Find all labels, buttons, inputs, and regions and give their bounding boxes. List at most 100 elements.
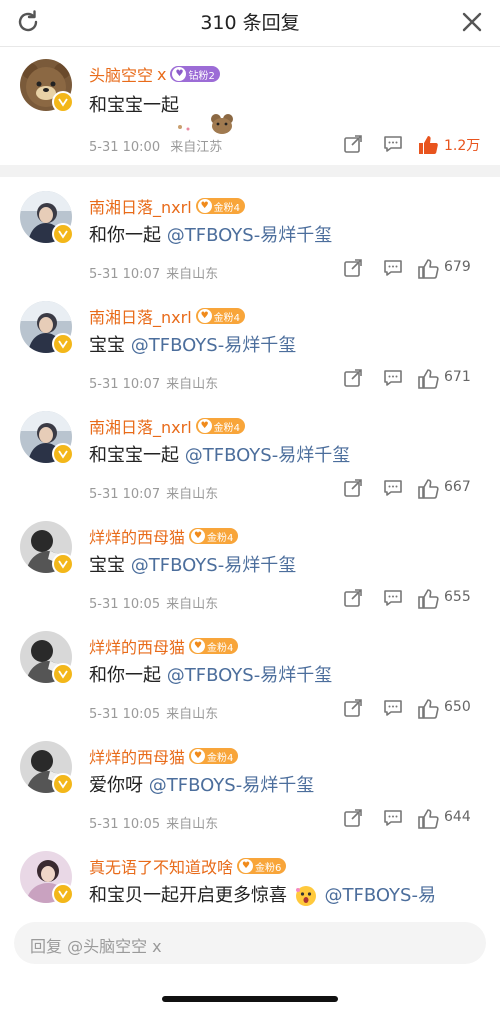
reply-item: 南湘日落_nxrl ♥ 金粉4 和宝宝一起 @TFBOYS-易烊千玺 5-31 1… xyxy=(0,397,500,507)
mention-link[interactable]: @TFBOYS-易烊千玺 xyxy=(167,225,332,246)
mention-link[interactable]: @TFBOYS-易烊千玺 xyxy=(131,335,296,356)
share-icon[interactable] xyxy=(342,477,364,499)
name-row: 烊烊的西母猫 ♥ 金粉4 xyxy=(89,524,239,548)
share-icon[interactable] xyxy=(342,257,364,279)
name-row: 南湘日落_nxrl ♥ 金粉4 xyxy=(89,304,246,328)
avatar[interactable] xyxy=(20,741,74,795)
fan-heart-icon: ♥ xyxy=(197,419,212,433)
share-icon[interactable] xyxy=(342,133,364,155)
name-row: 烊烊的西母猫 ♥ 金粉4 xyxy=(89,634,239,658)
comment-text: 和宝宝一起 xyxy=(89,91,179,117)
home-indicator xyxy=(162,996,338,1002)
username[interactable]: 烊烊的西母猫 xyxy=(89,634,185,658)
avatar[interactable] xyxy=(20,851,74,905)
fan-badge[interactable]: ♥ 金粉4 xyxy=(189,748,239,764)
reply-item: 南湘日落_nxrl ♥ 金粉4 宝宝 @TFBOYS-易烊千玺 5-31 10:0… xyxy=(0,287,500,397)
share-icon[interactable] xyxy=(342,587,364,609)
avatar[interactable] xyxy=(20,521,74,575)
comment-meta: 5-31 10:05 来自山东 xyxy=(89,813,218,832)
comment-body: 宝宝 xyxy=(89,335,131,356)
name-row: 头脑空空 x ♥ 钻粉2 xyxy=(89,63,220,85)
avatar[interactable] xyxy=(20,59,74,113)
fan-badge[interactable]: ♥ 金粉4 xyxy=(189,528,239,544)
comment-text: 和宝宝一起 @TFBOYS-易烊千玺 xyxy=(89,441,350,467)
bear-sticker-icon xyxy=(178,114,233,134)
like-icon[interactable] xyxy=(416,587,440,611)
username[interactable]: 头脑空空 xyxy=(89,62,153,86)
mention-link[interactable]: @TFBOYS-易烊千玺 xyxy=(149,775,314,796)
verified-badge-icon xyxy=(52,443,74,465)
like-icon-active[interactable] xyxy=(416,133,440,157)
comment-text: 和你一起 @TFBOYS-易烊千玺 xyxy=(89,661,332,687)
fan-heart-icon: ♥ xyxy=(197,199,212,213)
reply-input[interactable]: 回复 @头脑空空 x xyxy=(14,922,486,964)
mention-link[interactable]: @TFBOYS-易 xyxy=(324,885,435,906)
comment-icon[interactable] xyxy=(382,477,404,499)
like-icon[interactable] xyxy=(416,257,440,281)
comment-body: 和你一起 xyxy=(89,665,167,686)
close-icon[interactable] xyxy=(458,8,486,36)
fan-badge[interactable]: ♥ 金粉4 xyxy=(189,638,239,654)
fan-badge[interactable]: ♥ 金粉4 xyxy=(195,418,246,434)
comment-time: 5-31 10:05 xyxy=(89,817,161,832)
fan-heart-icon: ♥ xyxy=(197,309,212,323)
reply-item: 真无语了不知道改啥 ♥ 金粉6 和宝贝一起开启更多惊喜 @TFBOYS-易 xyxy=(0,837,500,915)
fan-badge[interactable]: ♥ 金粉4 xyxy=(195,198,246,214)
reply-item: 南湘日落_nxrl ♥ 金粉4 和你一起 @TFBOYS-易烊千玺 5-31 10… xyxy=(0,177,500,287)
header-bar: 310 条回复 xyxy=(0,0,500,47)
comment-body: 和宝宝一起 xyxy=(89,445,185,466)
username[interactable]: 南湘日落_nxrl xyxy=(89,194,192,218)
comment-location: 来自山东 xyxy=(166,267,219,282)
comment-body: 宝宝 xyxy=(89,555,131,576)
username[interactable]: 烊烊的西母猫 xyxy=(89,524,185,548)
comment-text: 爱你呀 @TFBOYS-易烊千玺 xyxy=(89,771,314,797)
verified-badge-icon xyxy=(52,663,74,685)
like-count: 671 xyxy=(444,369,471,385)
fan-badge[interactable]: ♥ 金粉6 xyxy=(237,858,287,874)
fan-badge-label: 金粉4 xyxy=(213,422,241,434)
verified-badge-icon xyxy=(52,773,74,795)
bear-sticker-icons xyxy=(172,109,242,139)
fan-badge[interactable]: ♥ 钻粉2 xyxy=(170,66,220,82)
like-icon[interactable] xyxy=(416,477,440,501)
mention-link[interactable]: @TFBOYS-易烊千玺 xyxy=(131,555,296,576)
avatar[interactable] xyxy=(20,301,74,355)
comment-icon[interactable] xyxy=(382,257,404,279)
comment-location: 来自山东 xyxy=(166,707,219,722)
comment-meta: 5-31 10:00 来自江苏 xyxy=(89,136,222,155)
fan-badge[interactable]: ♥ 金粉4 xyxy=(195,308,246,324)
comment-text: 和你一起 @TFBOYS-易烊千玺 xyxy=(89,221,332,247)
mention-link[interactable]: @TFBOYS-易烊千玺 xyxy=(167,665,332,686)
fan-badge-label: 金粉4 xyxy=(213,202,241,214)
username[interactable]: 南湘日落_nxrl xyxy=(89,414,192,438)
section-divider xyxy=(0,165,500,177)
comment-location: 来自山东 xyxy=(166,487,219,502)
username[interactable]: 烊烊的西母猫 xyxy=(89,744,185,768)
fan-badge-label: 金粉4 xyxy=(207,752,234,764)
share-icon[interactable] xyxy=(342,367,364,389)
reply-placeholder: 回复 @头脑空空 x xyxy=(30,937,162,956)
comment-icon[interactable] xyxy=(382,367,404,389)
comment-location: 来自江苏 xyxy=(170,140,223,155)
comment-icon[interactable] xyxy=(382,587,404,609)
comment-meta: 5-31 10:05 来自山东 xyxy=(89,703,218,722)
avatar[interactable] xyxy=(20,631,74,685)
like-icon[interactable] xyxy=(416,367,440,391)
fan-heart-icon: ♥ xyxy=(191,639,206,653)
like-icon[interactable] xyxy=(416,697,440,721)
reply-item: 烊烊的西母猫 ♥ 金粉4 爱你呀 @TFBOYS-易烊千玺 5-31 10:05 来… xyxy=(0,727,500,837)
comment-actions: 1.2万 xyxy=(300,133,500,159)
comment-icon[interactable] xyxy=(382,697,404,719)
username[interactable]: 真无语了不知道改啥 xyxy=(89,854,233,878)
like-count: 644 xyxy=(444,809,471,825)
comment-icon[interactable] xyxy=(382,807,404,829)
mention-link[interactable]: @TFBOYS-易烊千玺 xyxy=(185,445,350,466)
like-icon[interactable] xyxy=(416,807,440,831)
comment-icon[interactable] xyxy=(382,133,404,155)
share-icon[interactable] xyxy=(342,807,364,829)
share-icon[interactable] xyxy=(342,697,364,719)
username[interactable]: 南湘日落_nxrl xyxy=(89,304,192,328)
avatar[interactable] xyxy=(20,191,74,245)
avatar[interactable] xyxy=(20,411,74,465)
fan-badge-label: 金粉4 xyxy=(207,532,234,544)
